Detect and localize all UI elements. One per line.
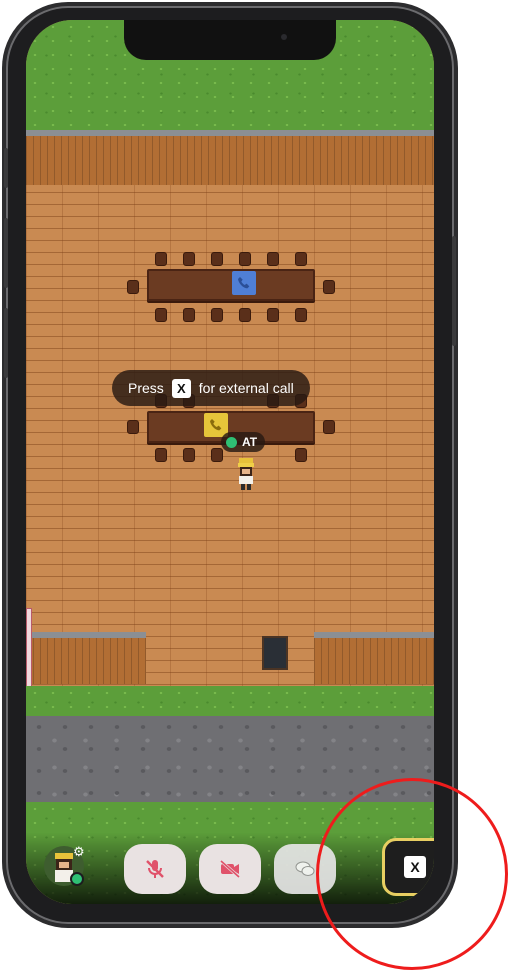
mic-off-icon xyxy=(146,860,164,878)
external-call-prompt: Press X for external call xyxy=(112,370,310,406)
chair xyxy=(295,448,307,462)
self-status-dot xyxy=(70,872,84,886)
chair xyxy=(295,252,307,266)
online-status-dot xyxy=(226,436,237,448)
power-button xyxy=(452,236,456,346)
volume-down-button xyxy=(4,308,8,378)
highlight-circle xyxy=(316,778,508,970)
key-hint: X xyxy=(171,378,191,398)
chair xyxy=(211,252,223,266)
chair xyxy=(239,252,251,266)
camera-toggle-button[interactable] xyxy=(199,844,261,894)
room-wall-bottom-left xyxy=(26,632,146,684)
chair xyxy=(155,448,167,462)
chair xyxy=(155,308,167,322)
wall-edge-marker xyxy=(26,608,32,688)
phone-tile-blue[interactable] xyxy=(232,271,256,295)
player-initials: AT xyxy=(242,435,258,449)
room-wall-top xyxy=(26,130,434,185)
settings-gear-icon[interactable]: ⚙ xyxy=(73,844,85,860)
conference-table-upper xyxy=(147,269,315,301)
prompt-suffix: for external call xyxy=(198,380,294,396)
chair xyxy=(267,252,279,266)
prompt-prefix: Press xyxy=(128,380,164,396)
chair xyxy=(183,448,195,462)
chair xyxy=(183,308,195,322)
mute-switch xyxy=(4,148,8,188)
phone-icon xyxy=(210,419,222,431)
camera-dot xyxy=(281,34,287,40)
notch xyxy=(124,20,336,60)
game-screen[interactable]: Press X for external call AT ⚙ X xyxy=(26,20,434,904)
mic-toggle-button[interactable] xyxy=(124,844,186,894)
chair xyxy=(211,448,223,462)
door[interactable] xyxy=(262,636,288,670)
player-avatar[interactable] xyxy=(235,458,257,490)
chair xyxy=(295,308,307,322)
phone-icon xyxy=(238,277,250,289)
chair xyxy=(183,252,195,266)
room-wall-bottom-right xyxy=(314,632,434,684)
chair xyxy=(211,308,223,322)
player-nametag: AT xyxy=(221,432,266,452)
chair xyxy=(323,420,335,434)
camera-off-icon xyxy=(220,859,240,879)
volume-up-button xyxy=(4,218,8,288)
chair xyxy=(127,280,139,294)
chair xyxy=(239,308,251,322)
grass-middle xyxy=(26,686,434,716)
chat-icon xyxy=(295,861,315,876)
chair xyxy=(267,308,279,322)
chair xyxy=(127,420,139,434)
chair xyxy=(323,280,335,294)
chair xyxy=(155,252,167,266)
